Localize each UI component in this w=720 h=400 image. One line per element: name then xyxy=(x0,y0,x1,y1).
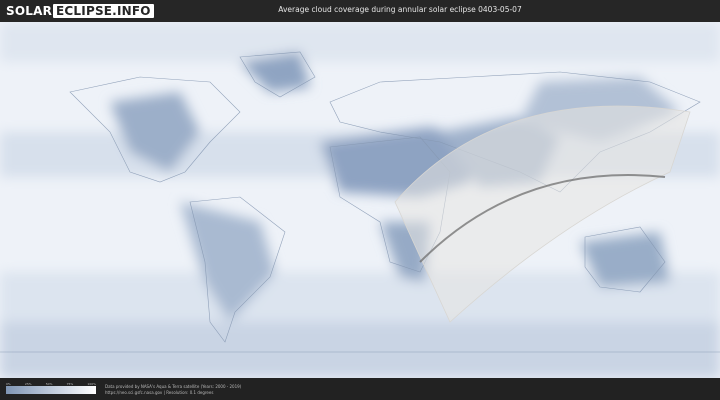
legend-tick: 75% xyxy=(66,382,74,386)
legend-tick: 50% xyxy=(45,382,53,386)
legend-tick: 100% xyxy=(87,382,96,386)
logo-text-solar: SOLAR xyxy=(6,4,53,18)
logo-text-eclipse: ECLIPSE.INFO xyxy=(53,4,154,18)
data-credit: Data provided by NASA's Aqua & Terra sat… xyxy=(105,384,241,396)
legend-tick: 0% xyxy=(6,382,11,386)
page-title: Average cloud coverage during annular so… xyxy=(278,5,522,14)
legend-gradient xyxy=(6,386,96,394)
credit-line-2: https://neo.sci.gsfc.nasa.gov | Resoluti… xyxy=(105,390,214,395)
cloud-coverage-map xyxy=(0,22,720,378)
cloud-legend: 0% 25% 50% 75% 100% xyxy=(6,382,96,394)
legend-tick: 25% xyxy=(24,382,32,386)
site-logo[interactable]: SOLAR ECLIPSE.INFO xyxy=(6,3,154,19)
